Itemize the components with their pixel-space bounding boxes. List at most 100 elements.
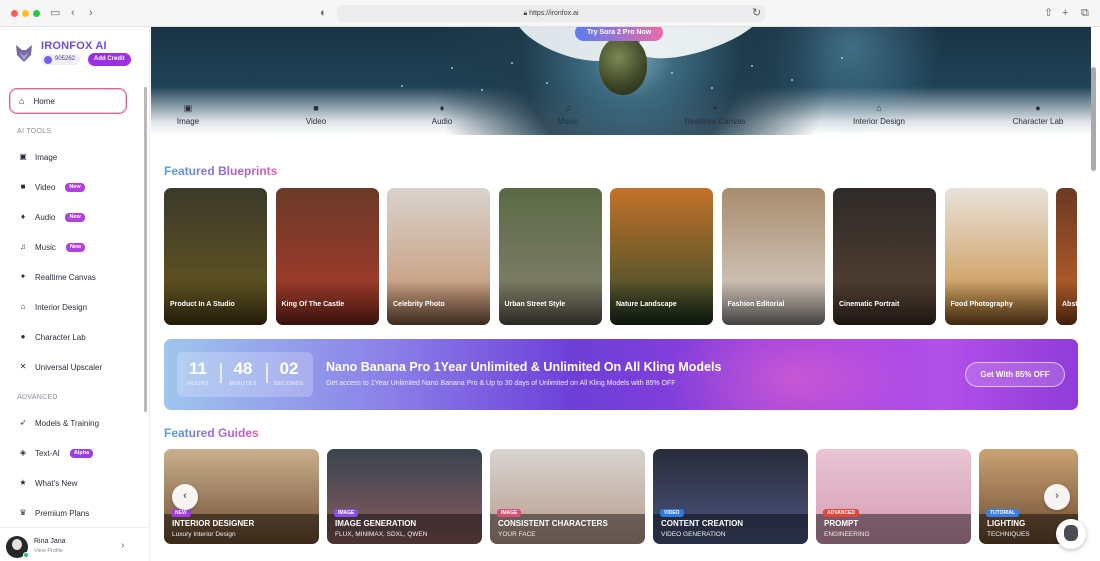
blueprint-card[interactable]: Product In A Studio bbox=[164, 188, 267, 325]
guide-title: CONTENT CREATION bbox=[661, 519, 744, 528]
sidebar-item-label: Audio bbox=[35, 212, 56, 222]
guide-badge: VIDEO bbox=[660, 509, 684, 517]
share-icon[interactable]: ⇧ bbox=[1044, 6, 1053, 20]
sidebar-item-label: Premium Plans bbox=[35, 508, 90, 518]
get-offer-button[interactable]: Get With 85% OFF bbox=[965, 362, 1065, 387]
hero-sparkle bbox=[671, 72, 673, 74]
hero-sparkle bbox=[711, 87, 713, 89]
guide-subtitle: TECHNIQUES bbox=[987, 531, 1030, 538]
carousel-prev-button[interactable]: ‹ bbox=[172, 484, 198, 510]
hero-tool-label: Image bbox=[176, 117, 200, 126]
sidebar-item-label: What's New bbox=[35, 478, 78, 488]
sidebar-item-models-training[interactable]: ➶ Models & Training bbox=[19, 417, 99, 429]
assistant-chat-button[interactable] bbox=[1056, 519, 1086, 549]
hero-tool-realtime-canvas[interactable]: ✦ Realtime Canvas bbox=[670, 103, 760, 126]
hero-tool-audio[interactable]: ♦ Audio bbox=[397, 103, 487, 126]
blueprint-card[interactable]: King Of The Castle bbox=[275, 188, 379, 325]
view-profile-link[interactable]: View Profile bbox=[34, 548, 63, 554]
guide-card[interactable]: VIDEO CONTENT CREATION VIDEO GENERATION bbox=[653, 449, 808, 544]
sidebar-item-whats-new[interactable]: ★ What's New bbox=[19, 477, 77, 489]
section-ai-tools: AI TOOLS bbox=[17, 128, 52, 135]
guide-subtitle: FLUX, MINIMAX, SDXL, QWEN bbox=[335, 531, 428, 538]
promo-banner: 11 HOURS 48 MINUTES 02 SECONDS Nano Bana… bbox=[164, 339, 1078, 410]
address-bar[interactable]: 🔒︎ https://ironfox.ai bbox=[337, 5, 765, 22]
timer-divider bbox=[220, 363, 222, 383]
credit-balance: 905262 bbox=[41, 54, 81, 65]
new-badge: New bbox=[65, 182, 85, 192]
sidebar-item-home[interactable]: ⌂ Home bbox=[9, 88, 127, 114]
guide-badge: ADVANCED bbox=[823, 509, 859, 517]
blueprint-card[interactable]: Fashion Editorial bbox=[721, 188, 825, 325]
hero-tool-label: Realtime Canvas bbox=[684, 117, 746, 126]
hero-tool-label: Character Lab bbox=[1012, 117, 1064, 126]
sidebar-item-music[interactable]: ♫ Music New bbox=[19, 241, 86, 253]
image-icon: ▣ bbox=[183, 103, 193, 113]
blueprint-card[interactable]: Abst bbox=[1056, 188, 1077, 325]
expand-icon: ✕ bbox=[19, 362, 27, 371]
image-icon: ▣ bbox=[19, 152, 27, 161]
shield-icon[interactable]: ◐ bbox=[320, 6, 327, 20]
hero-tool-label: Audio bbox=[431, 117, 453, 126]
sidebar-item-character-lab[interactable]: ● Character Lab bbox=[19, 331, 86, 343]
blueprint-label: Food Photography bbox=[950, 301, 1013, 308]
hero-bud bbox=[599, 37, 647, 95]
hero-tool-label: Video bbox=[305, 117, 327, 126]
close-window-dot[interactable] bbox=[11, 10, 18, 17]
profile-card[interactable]: Rina Jana View Profile › bbox=[0, 527, 150, 561]
chevron-right-icon[interactable]: › bbox=[121, 540, 124, 551]
hero-tool-video[interactable]: ■ Video bbox=[271, 103, 361, 126]
sidebar-item-premium-plans[interactable]: ♛ Premium Plans bbox=[19, 507, 89, 519]
timer-hours-label: HOURS bbox=[187, 381, 209, 387]
carousel-next-button[interactable]: › bbox=[1044, 484, 1070, 510]
forward-icon[interactable]: › bbox=[89, 6, 93, 20]
sidebar-item-video[interactable]: ■ Video New bbox=[19, 181, 85, 193]
sidebar-item-image[interactable]: ▣ Image bbox=[19, 151, 57, 163]
blueprint-card[interactable]: Cinematic Portrait bbox=[833, 188, 936, 325]
try-sora-button[interactable]: Try Sora 2 Pro Now bbox=[575, 27, 664, 41]
sidebar-scrollbar[interactable] bbox=[144, 87, 147, 412]
sidebar-toggle-icon[interactable]: ▭ bbox=[50, 6, 60, 20]
guide-card[interactable]: IMAGE IMAGE GENERATION FLUX, MINIMAX, SDXL… bbox=[327, 449, 482, 544]
brand-name: IRONFOX AI bbox=[41, 40, 107, 52]
profile-name: Rina Jana bbox=[34, 538, 66, 545]
reload-icon[interactable]: ↻ bbox=[752, 6, 761, 20]
featured-blueprints-heading: Featured Blueprints bbox=[164, 164, 278, 178]
new-tab-icon[interactable]: + bbox=[1062, 6, 1068, 20]
hero-tool-interior-design[interactable]: ⌂ Interior Design bbox=[834, 103, 924, 126]
music-icon: ♫ bbox=[20, 242, 26, 251]
timer-minutes-label: MINUTES bbox=[229, 381, 257, 387]
guide-card[interactable]: IMAGE CONSISTENT CHARACTERS YOUR FACE bbox=[490, 449, 645, 544]
hero-tool-character-lab[interactable]: ● Character Lab bbox=[993, 103, 1083, 126]
sidebar-item-realtime-canvas[interactable]: ✦ Realtime Canvas bbox=[19, 271, 96, 283]
page-scrollbar[interactable] bbox=[1091, 67, 1096, 171]
promo-title: Nano Banana Pro 1Year Unlimited & Unlimi… bbox=[326, 360, 722, 374]
hero-tool-label: Interior Design bbox=[852, 117, 906, 126]
guide-card[interactable]: ADVANCED PROMPT ENGINEERING bbox=[816, 449, 971, 544]
blueprint-card[interactable]: Urban Street Style bbox=[498, 188, 602, 325]
guide-title: IMAGE GENERATION bbox=[335, 519, 417, 528]
hero-sparkle bbox=[546, 82, 548, 84]
sidebar-item-label: Character Lab bbox=[35, 332, 86, 342]
coin-icon bbox=[44, 55, 52, 64]
guide-title: PROMPT bbox=[824, 519, 859, 528]
sidebar-item-interior-design[interactable]: ⌂ Interior Design bbox=[19, 301, 87, 313]
minimize-window-dot[interactable] bbox=[22, 10, 29, 17]
sidebar-item-label: Models & Training bbox=[35, 418, 100, 428]
blueprint-card[interactable]: Food Photography bbox=[944, 188, 1048, 325]
hero-tool-music[interactable]: ♫ Music bbox=[523, 103, 613, 126]
add-credit-button[interactable]: Add Credit bbox=[88, 53, 131, 66]
zoom-window-dot[interactable] bbox=[33, 10, 40, 17]
music-icon: ♫ bbox=[564, 103, 572, 113]
timer-hours: 11 bbox=[189, 359, 207, 378]
back-icon[interactable]: ‹ bbox=[71, 6, 75, 20]
hero-tool-image[interactable]: ▣ Image bbox=[151, 103, 233, 126]
new-badge: New bbox=[65, 212, 85, 222]
blueprint-card[interactable]: Nature Landscape bbox=[610, 188, 713, 325]
sidebar-item-universal-upscaler[interactable]: ✕ Universal Upscaler bbox=[19, 361, 103, 373]
blueprint-label: King Of The Castle bbox=[281, 301, 345, 308]
blueprint-card[interactable]: Celebrity Photo bbox=[387, 188, 490, 325]
tabs-icon[interactable]: ⧉ bbox=[1081, 6, 1089, 20]
sidebar-item-audio[interactable]: ♦ Audio New bbox=[19, 211, 85, 223]
timer-divider bbox=[266, 363, 268, 383]
sidebar-item-text-ai[interactable]: ◈ Text-AI Alpha bbox=[19, 447, 94, 459]
